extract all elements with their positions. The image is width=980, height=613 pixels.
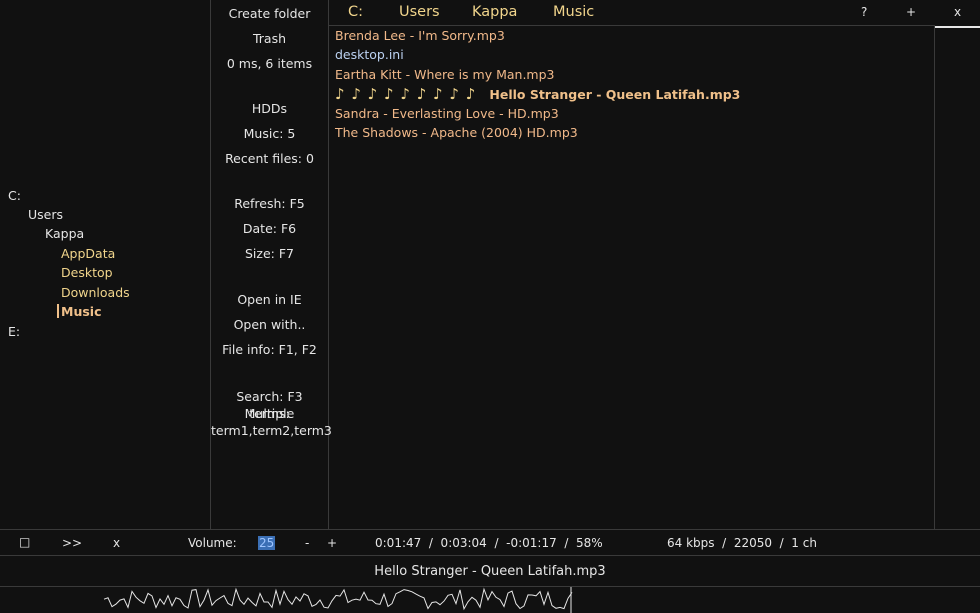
- tree-item-music[interactable]: Music: [57, 303, 101, 321]
- add-tab-button[interactable]: +: [906, 5, 916, 19]
- file-row[interactable]: Brenda Lee - I'm Sorry.mp3: [335, 27, 505, 45]
- recent-files-button[interactable]: Recent files: 0: [211, 150, 328, 167]
- tree-item-appdata[interactable]: AppData: [61, 245, 115, 263]
- breadcrumb-music[interactable]: Music: [553, 4, 594, 20]
- close-tab-button[interactable]: x: [954, 5, 961, 19]
- music-count-button[interactable]: Music: 5: [211, 125, 328, 142]
- volume-value[interactable]: 25: [258, 536, 276, 550]
- tree-item-music-label: Music: [61, 304, 102, 319]
- volume-label: Volume:: [188, 536, 237, 550]
- file-row[interactable]: The Shadows - Apache (2004) HD.mp3: [335, 124, 578, 142]
- breadcrumb-c[interactable]: C:: [348, 4, 363, 20]
- file-info-button[interactable]: File info: F1, F2: [211, 341, 328, 358]
- tree-drive-c[interactable]: C:: [8, 187, 21, 205]
- waveform-line: [103, 587, 573, 611]
- tree-item-users[interactable]: Users: [28, 206, 63, 224]
- file-row-label: Hello Stranger - Queen Latifah.mp3: [489, 87, 741, 102]
- sort-size-button[interactable]: Size: F7: [211, 245, 328, 262]
- trash-button[interactable]: Trash: [211, 30, 328, 47]
- open-in-ie-button[interactable]: Open in IE: [211, 291, 328, 308]
- tree-item-desktop[interactable]: Desktop: [61, 264, 113, 282]
- breadcrumb: C: Users Kappa Music ? + x: [329, 0, 980, 28]
- actions-panel: Create folder Trash 0 ms, 6 items HDDs M…: [211, 0, 332, 529]
- selection-marker: [57, 304, 59, 318]
- volume-up-button[interactable]: +: [327, 536, 337, 550]
- tree-item-downloads[interactable]: Downloads: [61, 284, 130, 302]
- now-playing-title: Hello Stranger - Queen Latifah.mp3: [374, 564, 606, 579]
- volume-down-button[interactable]: -: [305, 536, 309, 550]
- file-row[interactable]: Eartha Kitt - Where is my Man.mp3: [335, 66, 555, 84]
- next-button[interactable]: >>: [62, 536, 82, 550]
- tree-drive-e[interactable]: E:: [8, 323, 20, 341]
- open-with-button[interactable]: Open with..: [211, 316, 328, 333]
- create-folder-button[interactable]: Create folder: [211, 5, 328, 22]
- search-help-line2: terms:: [249, 406, 290, 421]
- close-tab-tab[interactable]: x: [935, 0, 980, 28]
- help-button[interactable]: ?: [861, 5, 867, 19]
- stats-text: 0 ms, 6 items: [226, 56, 313, 71]
- file-list: Brenda Lee - I'm Sorry.mp3 desktop.ini E…: [329, 27, 934, 527]
- close-player-button[interactable]: x: [113, 536, 120, 550]
- file-row-playing[interactable]: ♪ ♪ ♪ ♪ ♪ ♪ ♪ ♪ ♪ Hello Stranger - Queen…: [335, 85, 740, 104]
- refresh-button[interactable]: Refresh: F5: [211, 195, 328, 212]
- time-readout: 0:01:47 / 0:03:04 / -0:01:17 / 58%: [375, 536, 603, 550]
- player-controls: □ >> x Volume: 25 - + 0:01:47 / 0:03:04 …: [0, 531, 980, 555]
- bitrate-readout: 64 kbps / 22050 / 1 ch: [667, 536, 817, 550]
- search-help-line3: term1,term2,term3: [211, 423, 332, 438]
- sort-date-button[interactable]: Date: F6: [211, 220, 328, 237]
- hdds-button[interactable]: HDDs: [211, 100, 328, 117]
- file-row[interactable]: Sandra - Everlasting Love - HD.mp3: [335, 105, 559, 123]
- file-row[interactable]: desktop.ini: [335, 46, 404, 64]
- tree-item-kappa[interactable]: Kappa: [45, 225, 84, 243]
- waveform-seekbar[interactable]: [0, 587, 980, 613]
- breadcrumb-users[interactable]: Users: [399, 4, 440, 20]
- playing-notes-icon: ♪ ♪ ♪ ♪ ♪ ♪ ♪ ♪ ♪: [335, 85, 477, 103]
- stop-button[interactable]: □: [19, 535, 30, 549]
- breadcrumb-kappa[interactable]: Kappa: [472, 4, 517, 20]
- folder-tree: C: Users Kappa AppData Desktop Downloads…: [0, 0, 210, 529]
